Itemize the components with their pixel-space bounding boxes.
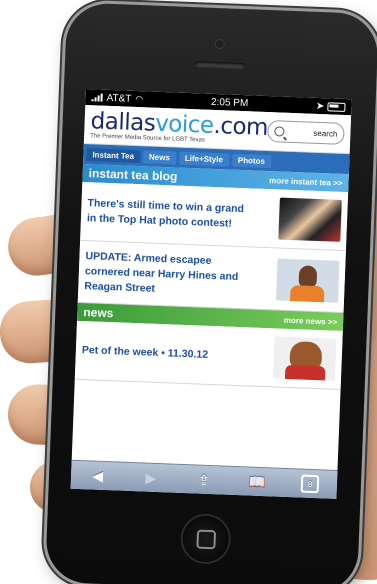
- share-icon[interactable]: ⇪: [189, 471, 220, 489]
- back-arrow-icon[interactable]: ◀: [82, 467, 113, 485]
- article-headline[interactable]: There's still time to win a grand in the…: [87, 196, 248, 232]
- bookmarks-icon[interactable]: 📖: [242, 473, 273, 491]
- wifi-icon: ◠: [135, 93, 144, 104]
- home-square-icon: [196, 529, 217, 550]
- more-news-link[interactable]: more news >>: [284, 315, 338, 326]
- list-item[interactable]: Pet of the week • 11.30.12: [74, 320, 343, 391]
- browser-toolbar: ◀ ▶ ⇪ 📖 8: [70, 459, 338, 499]
- list-item[interactable]: There's still time to win a grand in the…: [80, 181, 349, 252]
- signal-icon: [91, 93, 103, 102]
- article-headline[interactable]: Pet of the week • 11.30.12: [82, 343, 242, 364]
- tabs-icon: 8: [300, 474, 320, 494]
- clock: 2:05 PM: [210, 96, 249, 109]
- list-item[interactable]: UPDATE: Armed escapee cornered near Harr…: [77, 240, 346, 314]
- search-label: search: [313, 128, 338, 139]
- section-title: news: [83, 305, 114, 321]
- tab-life-style[interactable]: Life+Style: [178, 151, 230, 167]
- section-title: instant tea blog: [88, 166, 178, 184]
- photo-scene: AT&T ◠ 2:05 PM ➤ dallasvoice.com The Pre…: [0, 0, 377, 584]
- iphone: AT&T ◠ 2:05 PM ➤ dallasvoice.com The Pre…: [44, 2, 377, 584]
- more-instant-tea-link[interactable]: more instant tea >>: [269, 176, 343, 188]
- front-camera: [215, 39, 224, 49]
- article-thumbnail[interactable]: [278, 197, 342, 242]
- tab-instant-tea[interactable]: Instant Tea: [86, 147, 141, 163]
- article-thumbnail[interactable]: [272, 336, 337, 381]
- battery-icon: ➤: [316, 100, 346, 112]
- logo-part: dallas: [90, 107, 156, 137]
- earpiece-speaker: [194, 61, 246, 70]
- carrier-label: AT&T: [106, 92, 132, 105]
- tabs-button[interactable]: 8: [295, 474, 326, 494]
- phone-screen: AT&T ◠ 2:05 PM ➤ dallasvoice.com The Pre…: [70, 89, 352, 499]
- search-icon: [274, 126, 286, 137]
- logo-accent: voice: [154, 110, 215, 139]
- logo-part: .com: [213, 112, 269, 141]
- tab-news[interactable]: News: [142, 149, 177, 165]
- article-headline[interactable]: UPDATE: Armed escapee cornered near Harr…: [84, 249, 246, 300]
- site-logo[interactable]: dallasvoice.com The Premier Media Source…: [90, 107, 269, 146]
- search-button[interactable]: search: [267, 120, 345, 145]
- tab-photos[interactable]: Photos: [231, 153, 272, 168]
- article-thumbnail[interactable]: [275, 257, 340, 303]
- forward-arrow-icon[interactable]: ▶: [136, 469, 167, 487]
